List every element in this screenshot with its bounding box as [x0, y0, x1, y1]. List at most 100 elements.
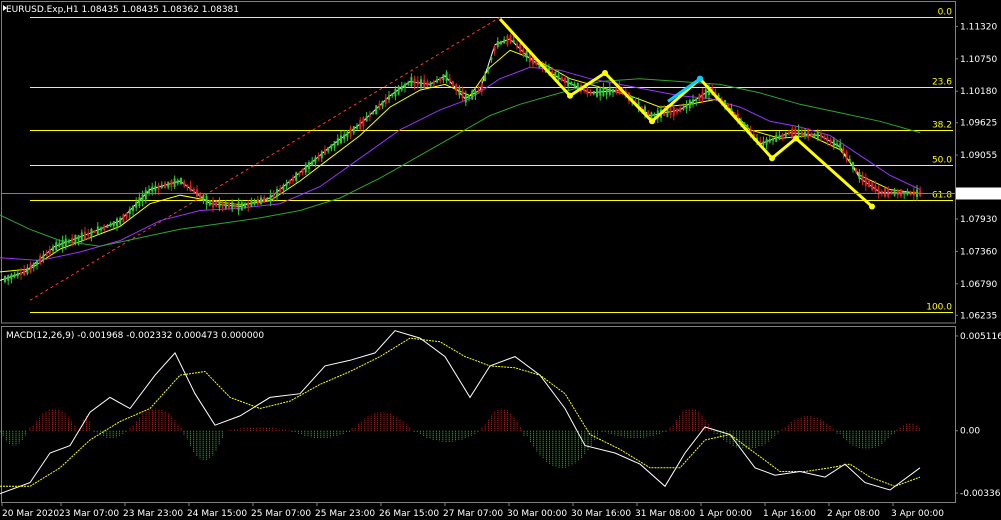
- candle-body: [452, 81, 454, 87]
- candle-body: [560, 77, 563, 82]
- candle-body: [682, 107, 685, 110]
- candle-body: [400, 85, 403, 91]
- candle-body: [573, 83, 576, 87]
- candle-body: [813, 133, 816, 137]
- candle-body: [685, 103, 688, 109]
- candle-body: [106, 224, 109, 229]
- price-tick-label: 1.09055: [960, 151, 997, 161]
- candle-body: [378, 103, 381, 110]
- candle-body: [103, 225, 106, 231]
- time-tick-label: 25 Mar 07:00: [251, 509, 311, 519]
- candle-body: [80, 232, 83, 241]
- candle-body: [349, 128, 352, 136]
- candle-body: [324, 149, 326, 155]
- candle-body: [416, 80, 419, 85]
- candle-body: [93, 230, 96, 233]
- candle-body: [298, 172, 301, 176]
- candle-body: [48, 249, 51, 255]
- candle-body: [858, 172, 861, 179]
- candle-body: [493, 46, 496, 52]
- candle-body: [304, 164, 307, 173]
- candle-body: [477, 89, 480, 94]
- zigzag-arrowhead: [793, 135, 799, 142]
- candle-body: [122, 214, 125, 223]
- candle-body: [839, 143, 842, 150]
- price-tick-label: 1.07360: [960, 247, 997, 257]
- candle-body: [512, 40, 515, 44]
- candle-body: [292, 177, 294, 182]
- candle-body: [42, 254, 45, 260]
- time-tick-label: 23 Mar 23:00: [123, 509, 183, 519]
- candle-body: [480, 83, 483, 92]
- candle-body: [125, 212, 128, 218]
- candle-body: [468, 95, 470, 99]
- trend-line: [29, 16, 501, 301]
- candle-body: [583, 88, 586, 91]
- candle-body: [266, 197, 269, 201]
- candle-body: [138, 197, 141, 207]
- candle-body: [557, 74, 560, 80]
- time-tick-label: 31 Mar 08:00: [635, 509, 695, 519]
- candle-body: [807, 130, 810, 139]
- candle-body: [868, 180, 870, 188]
- candle-body: [788, 131, 790, 136]
- candle-body: [231, 202, 234, 210]
- candle-body: [164, 182, 166, 189]
- candle-body: [71, 237, 74, 243]
- candle-body: [762, 141, 765, 145]
- candle-body: [525, 50, 528, 58]
- candle-body: [260, 197, 262, 205]
- price-tick-label: 1.09625: [960, 119, 997, 129]
- candle-body: [391, 93, 394, 97]
- candle-body: [352, 126, 355, 133]
- candle-body: [896, 190, 899, 196]
- candle-body: [186, 184, 189, 188]
- candle-body: [874, 185, 877, 192]
- candle-body: [404, 83, 406, 88]
- candle-body: [426, 81, 429, 87]
- candle-body: [336, 138, 339, 146]
- candle-body: [183, 181, 186, 186]
- candle-body: [375, 105, 378, 115]
- candle-body: [368, 114, 371, 117]
- candle-body: [218, 201, 221, 208]
- candle-body: [471, 90, 474, 100]
- candle-body: [701, 91, 704, 100]
- candle-body: [362, 117, 365, 127]
- candle-body: [215, 201, 218, 207]
- time-tick-label: 25 Mar 23:00: [315, 509, 375, 519]
- candle-body: [311, 160, 314, 165]
- zigzag-arrowhead: [602, 70, 608, 77]
- candle-body: [141, 194, 144, 202]
- candle-body: [496, 41, 499, 47]
- candle-body: [522, 48, 525, 54]
- macd-signal-line: [0, 337, 921, 487]
- candle-body: [704, 89, 707, 98]
- candle-body: [845, 151, 848, 160]
- candle-body: [864, 177, 867, 186]
- candle-body: [407, 82, 410, 85]
- candle-body: [256, 198, 259, 205]
- candle-body: [58, 243, 61, 247]
- candle-body: [826, 137, 829, 141]
- time-tick-label: 20 Mar 2020: [2, 509, 59, 519]
- candle-body: [356, 125, 358, 129]
- candle-body: [68, 240, 70, 243]
- candle-body: [314, 157, 317, 163]
- candle-body: [154, 185, 157, 191]
- candle-body: [602, 87, 605, 97]
- chart-canvas[interactable]: 0.0 23.6 38.2 50.0 61.8 100.0 1.08381 1.11320 1.…: [0, 0, 1001, 520]
- zigzag-arrowhead: [567, 92, 573, 99]
- candle-body: [791, 128, 794, 137]
- candle-body: [221, 201, 224, 208]
- candle-body: [247, 202, 250, 207]
- current-price-label: 1.08381: [959, 190, 996, 200]
- candle-body: [29, 263, 32, 273]
- time-tick-label: 1 Apr 00:00: [699, 509, 752, 519]
- zigzag-arrowhead: [697, 75, 703, 82]
- zigzag-arrowhead: [769, 155, 775, 162]
- candle-body: [84, 231, 86, 240]
- candle-body: [381, 100, 384, 107]
- fib-level-label: 23.6: [932, 78, 952, 88]
- candle-body: [189, 185, 192, 192]
